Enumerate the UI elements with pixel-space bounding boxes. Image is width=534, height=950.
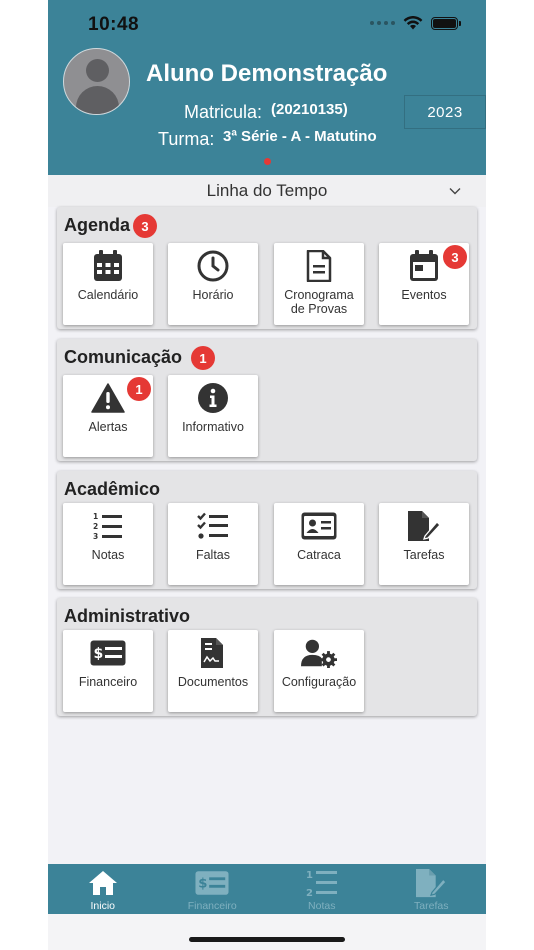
tile-calendario[interactable]: Calendário bbox=[63, 243, 153, 325]
money-bill-icon: $ bbox=[195, 871, 229, 895]
turma-label: Turma: bbox=[158, 129, 215, 149]
warning-icon bbox=[91, 383, 125, 413]
tile-configuracao[interactable]: Configuração bbox=[274, 630, 364, 712]
tab-label: Inicio bbox=[90, 900, 115, 912]
section-comunicacao: Comunicação 1 Alertas 1 Informativo bbox=[57, 339, 477, 461]
section-title-administrativo: Administrativo bbox=[64, 606, 191, 626]
tab-label: Tarefas bbox=[414, 900, 449, 912]
tile-notas[interactable]: 123 Notas bbox=[63, 503, 153, 585]
svg-text:2: 2 bbox=[306, 888, 313, 897]
avatar[interactable] bbox=[63, 48, 130, 115]
svg-text:1: 1 bbox=[306, 870, 313, 881]
timeline-dropdown[interactable]: Linha do Tempo bbox=[48, 175, 486, 207]
tab-label: Financeiro bbox=[187, 900, 237, 912]
svg-text:$: $ bbox=[94, 646, 104, 662]
tile-label: Documentos bbox=[177, 675, 249, 689]
file-signature-icon bbox=[408, 511, 441, 541]
file-signature-icon bbox=[416, 868, 448, 898]
comunicacao-badge: 1 bbox=[191, 346, 215, 370]
profile-header: 10:48 Aluno Demonstração Matricula: (202… bbox=[48, 0, 486, 175]
bottom-tab-bar: Inicio $ Financeiro 12 Notas Tarefas bbox=[48, 864, 486, 914]
wifi-icon bbox=[403, 16, 423, 30]
app-screen: 10:48 Aluno Demonstração Matricula: (202… bbox=[48, 0, 486, 950]
tile-label: Cronograma de Provas bbox=[284, 288, 354, 316]
tile-label: Calendário bbox=[77, 288, 139, 302]
tile-informativo[interactable]: Informativo bbox=[168, 375, 258, 457]
tile-label: Catraca bbox=[297, 548, 341, 562]
tab-financeiro[interactable]: $ Financeiro bbox=[158, 864, 268, 914]
status-icons bbox=[370, 16, 461, 30]
svg-text:1: 1 bbox=[93, 512, 98, 521]
tile-label: Horário bbox=[192, 288, 234, 302]
calendar-grid-icon bbox=[94, 250, 122, 281]
section-administrativo: Administrativo $ Financeiro Documentos C… bbox=[57, 598, 477, 716]
info-icon bbox=[198, 383, 228, 413]
timeline-label: Linha do Tempo bbox=[206, 181, 328, 200]
user-gear-icon bbox=[301, 639, 337, 668]
tile-eventos[interactable]: Eventos 3 bbox=[379, 243, 469, 325]
home-icon bbox=[88, 871, 117, 895]
matricula-label: Matricula: bbox=[184, 102, 263, 122]
tile-label: Eventos bbox=[401, 288, 447, 302]
tab-inicio[interactable]: Inicio bbox=[48, 864, 158, 914]
eventos-badge: 3 bbox=[443, 245, 467, 269]
tile-faltas[interactable]: Faltas bbox=[168, 503, 258, 585]
tile-label: Tarefas bbox=[403, 548, 445, 562]
tile-catraca[interactable]: Catraca bbox=[274, 503, 364, 585]
tile-tarefas[interactable]: Tarefas bbox=[379, 503, 469, 585]
tile-documentos[interactable]: Documentos bbox=[168, 630, 258, 712]
id-card-icon bbox=[301, 512, 337, 540]
numbered-list-icon: 123 bbox=[93, 512, 122, 540]
section-academico: Acadêmico 123 Notas Faltas Catraca Taref… bbox=[57, 471, 477, 589]
matricula-value: (20210135) bbox=[271, 101, 348, 118]
tile-cronograma-provas[interactable]: Cronograma de Provas bbox=[274, 243, 364, 325]
tile-label: Faltas bbox=[195, 548, 231, 562]
svg-text:3: 3 bbox=[93, 532, 98, 540]
tile-label: Notas bbox=[91, 548, 125, 562]
year-selector-button[interactable]: 2023 bbox=[404, 95, 486, 129]
tile-label: Informativo bbox=[182, 420, 244, 434]
money-bill-icon: $ bbox=[90, 640, 126, 666]
clock-icon bbox=[197, 250, 229, 282]
tile-label: Financeiro bbox=[78, 675, 138, 689]
section-title-agenda: Agenda bbox=[64, 215, 131, 235]
tile-label: Alertas bbox=[88, 420, 128, 434]
tab-notas[interactable]: 12 Notas bbox=[267, 864, 377, 914]
chevron-down-icon bbox=[449, 188, 461, 195]
signal-dots-icon bbox=[370, 21, 395, 25]
section-agenda: Agenda 3 Calendário Horário Cronograma d… bbox=[57, 207, 477, 329]
battery-icon bbox=[431, 16, 461, 30]
alertas-badge: 1 bbox=[127, 377, 151, 401]
tile-horario[interactable]: Horário bbox=[168, 243, 258, 325]
status-time: 10:48 bbox=[88, 14, 140, 35]
section-title-comunicacao: Comunicação bbox=[64, 347, 183, 367]
calendar-icon bbox=[410, 250, 438, 281]
tile-alertas[interactable]: Alertas 1 bbox=[63, 375, 153, 457]
tab-tarefas[interactable]: Tarefas bbox=[377, 864, 487, 914]
tile-label: Configuração bbox=[281, 675, 357, 689]
home-indicator-area bbox=[48, 914, 486, 950]
checklist-icon bbox=[197, 512, 228, 539]
student-name: Aluno Demonstração bbox=[146, 60, 388, 87]
file-contract-icon bbox=[201, 638, 223, 668]
page-indicator-dot bbox=[264, 158, 271, 165]
tile-financeiro[interactable]: $ Financeiro bbox=[63, 630, 153, 712]
svg-text:$: $ bbox=[199, 877, 208, 892]
numbered-list-icon: 12 bbox=[306, 870, 337, 897]
document-icon bbox=[306, 250, 332, 282]
tab-label: Notas bbox=[308, 900, 336, 912]
home-indicator[interactable] bbox=[189, 937, 345, 942]
section-title-academico: Acadêmico bbox=[64, 479, 161, 499]
turma-value: 3ª Série - A - Matutino bbox=[223, 128, 377, 145]
agenda-badge: 3 bbox=[133, 214, 157, 238]
svg-text:2: 2 bbox=[93, 522, 98, 531]
